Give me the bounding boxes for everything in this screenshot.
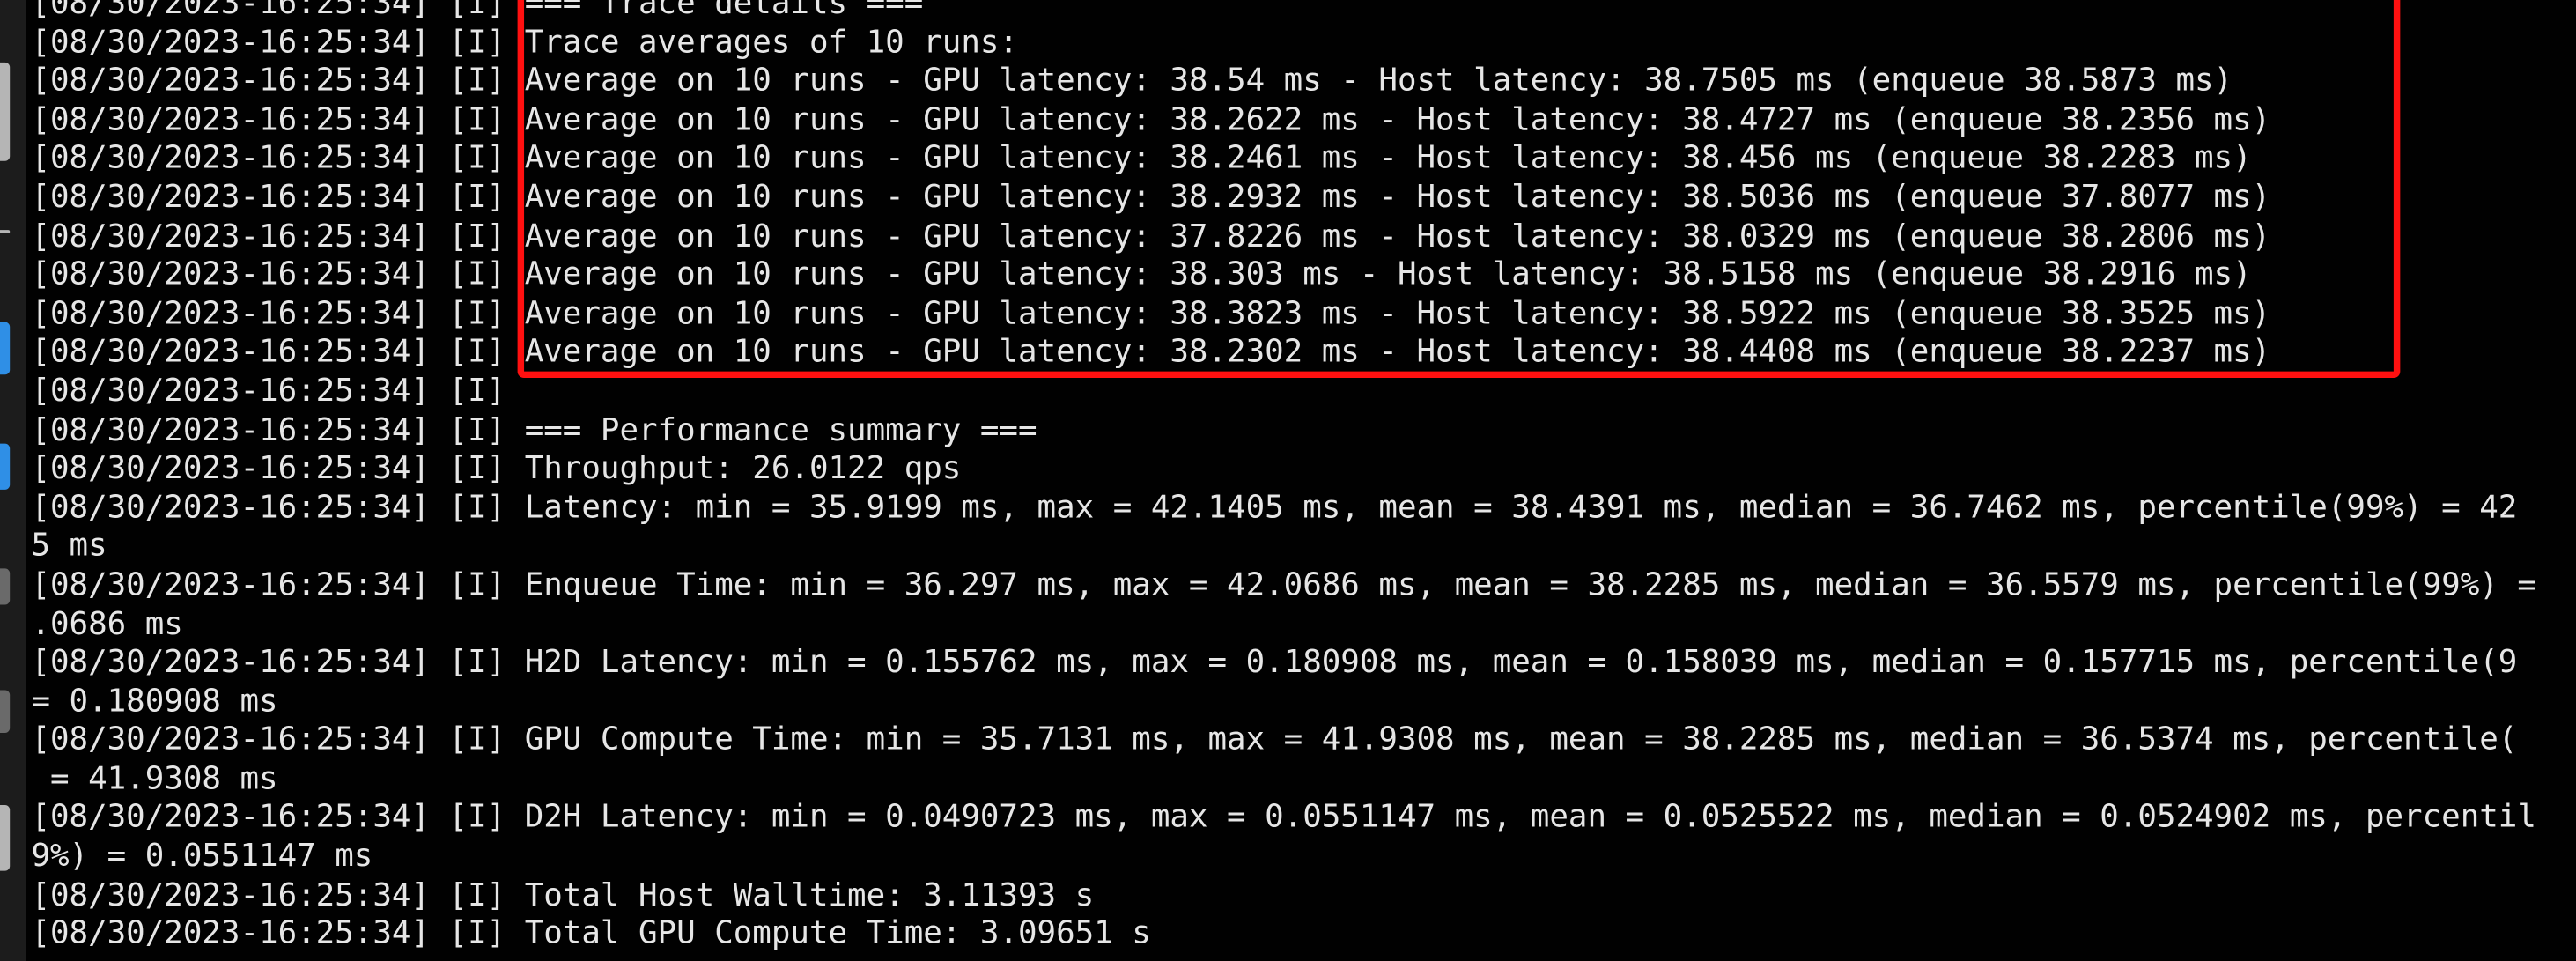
terminal-line: [08/30/2023-16:25:34] [I] Latency: min =… <box>31 487 2518 526</box>
dock-app-icon[interactable] <box>0 230 11 233</box>
highlight-box <box>517 0 2401 379</box>
dock-app-icon[interactable] <box>0 443 11 490</box>
terminal-line: [08/30/2023-16:25:34] [I] === Performanc… <box>31 410 1037 448</box>
terminal-line: [08/30/2023-16:25:34] [I] Total Host Wal… <box>31 875 1095 913</box>
dock-app-icon[interactable] <box>0 690 11 733</box>
terminal-line: = 41.9308 ms <box>31 758 278 797</box>
terminal-line: [08/30/2023-16:25:34] [I] D2H Latency: m… <box>31 797 2536 836</box>
screenshot-stage: [08/30/2023-16:25:34] [I] === Trace deta… <box>0 0 2576 961</box>
terminal-line: .0686 ms <box>31 603 183 642</box>
terminal-line: [08/30/2023-16:25:34] [I] H2D Latency: m… <box>31 642 2518 681</box>
dock-app-icon[interactable] <box>0 805 11 871</box>
dock-app-icon[interactable] <box>0 322 11 375</box>
terminal-line: = 0.180908 ms <box>31 681 278 720</box>
dock-sidebar <box>0 0 26 961</box>
terminal-line: [08/30/2023-16:25:34] [I] GPU Compute Ti… <box>31 720 2518 758</box>
terminal-line: [08/30/2023-16:25:34] [I] Total GPU Comp… <box>31 913 1151 952</box>
terminal-line: [08/30/2023-16:25:34] [I] Throughput: 26… <box>31 448 962 487</box>
dock-app-icon[interactable] <box>0 568 11 605</box>
terminal-line: 5 ms <box>31 526 107 565</box>
terminal-line: [08/30/2023-16:25:34] [I] Enqueue Time: … <box>31 565 2536 603</box>
dock-app-icon[interactable] <box>0 62 11 161</box>
terminal-line: 9%) = 0.0551147 ms <box>31 836 373 875</box>
